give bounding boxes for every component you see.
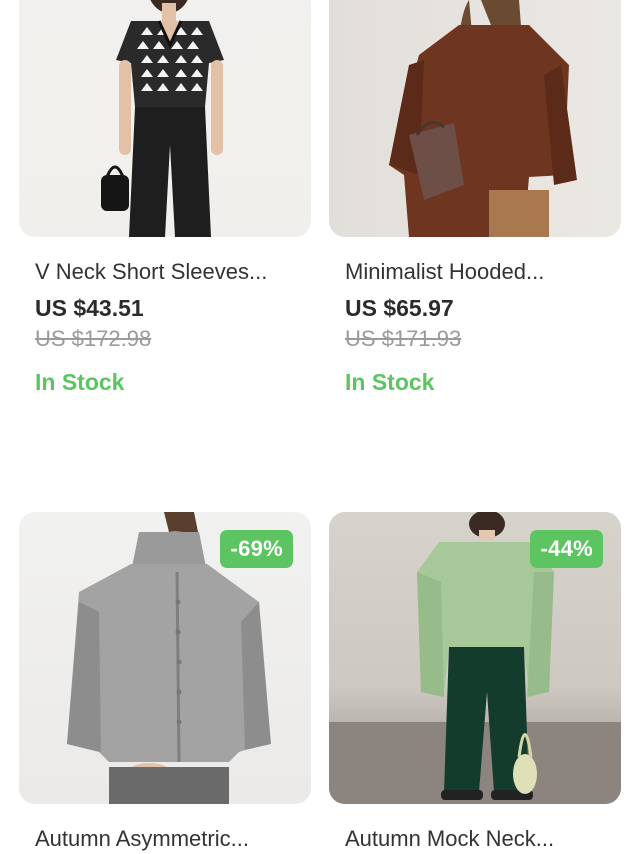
product-image[interactable]: -44% [329, 512, 621, 804]
product-card[interactable]: -69% Autumn Asymmetric... [19, 512, 311, 854]
product-original-price: US $171.93 [345, 326, 462, 351]
product-photo-hooded-sweater [389, 0, 577, 237]
product-title[interactable]: V Neck Short Sleeves... [35, 257, 307, 287]
product-title[interactable]: Minimalist Hooded... [345, 257, 617, 287]
stock-status: In Stock [35, 369, 125, 395]
product-price: US $65.97 [345, 295, 454, 321]
product-price: US $43.51 [35, 295, 144, 321]
product-grid: V Neck Short Sleeves... US $43.51 US $17… [0, 0, 640, 853]
product-image[interactable]: -69% [19, 512, 311, 804]
product-card[interactable]: V Neck Short Sleeves... US $43.51 US $17… [19, 0, 311, 397]
discount-badge: -44% [530, 530, 603, 568]
discount-badge: -69% [220, 530, 293, 568]
product-title[interactable]: Autumn Asymmetric... [35, 824, 307, 854]
product-original-price: US $172.98 [35, 326, 152, 351]
product-card[interactable]: -44% Autumn Mock Neck... [329, 512, 621, 854]
product-title[interactable]: Autumn Mock Neck... [345, 824, 617, 854]
product-card[interactable]: Minimalist Hooded... US $65.97 US $171.9… [329, 0, 621, 397]
stock-status: In Stock [345, 369, 435, 395]
product-photo-v-neck-top [101, 0, 224, 237]
product-image[interactable] [19, 0, 311, 237]
product-image[interactable] [329, 0, 621, 237]
